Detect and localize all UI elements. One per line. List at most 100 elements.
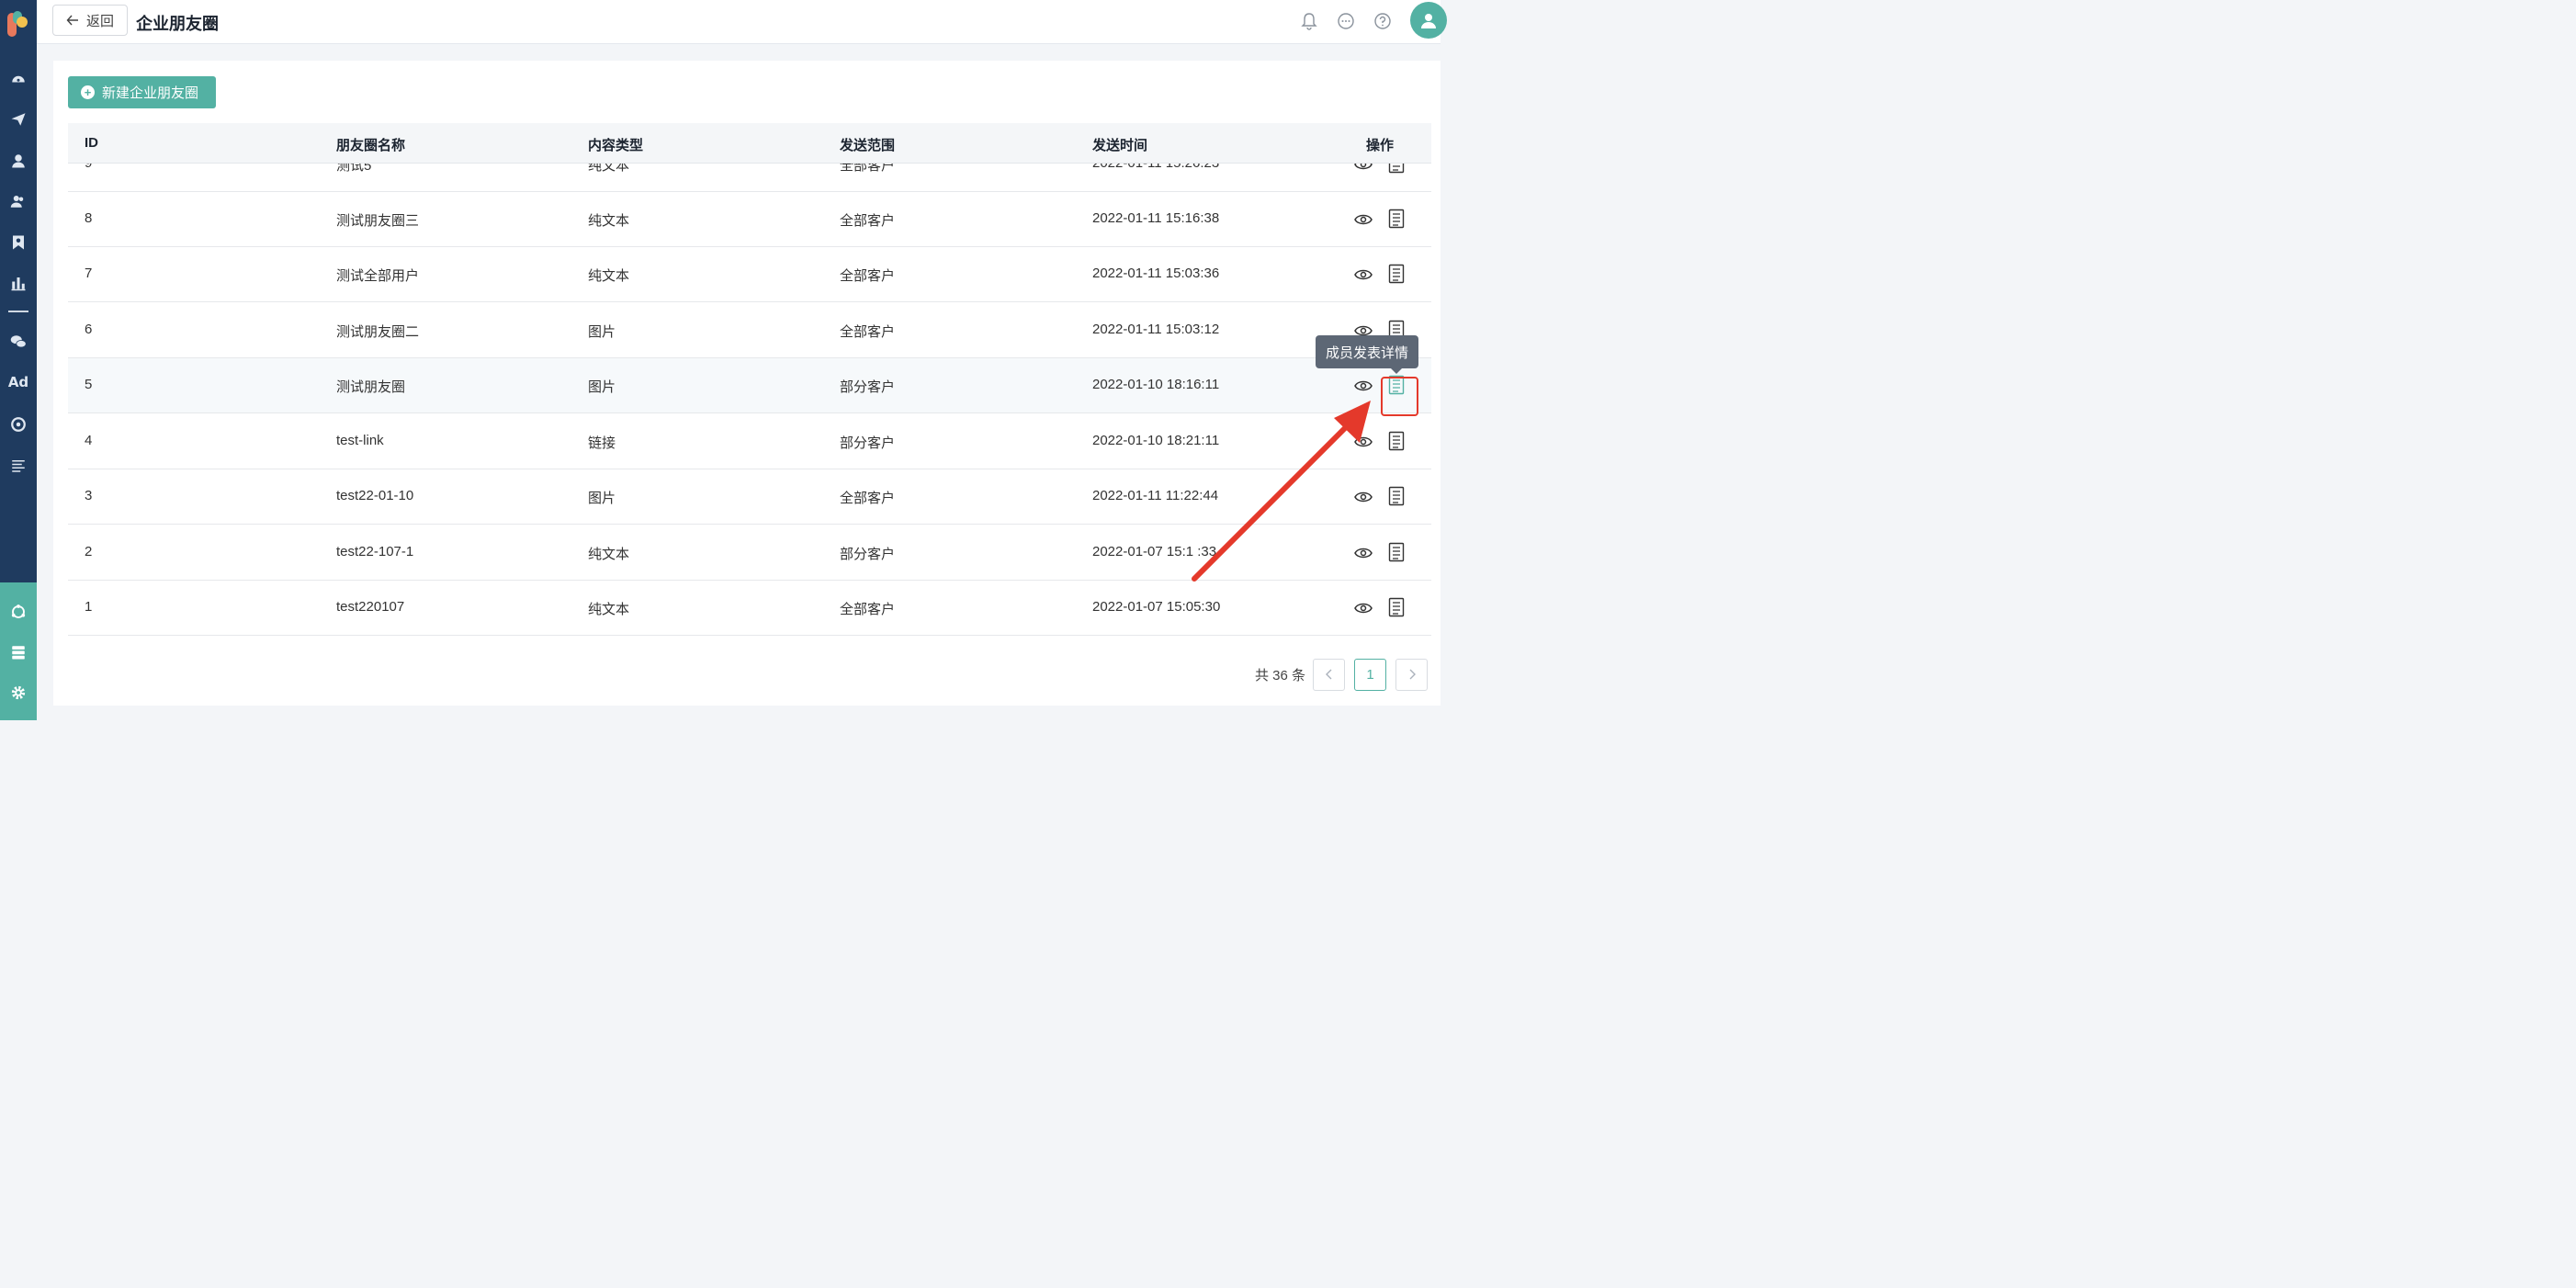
user-icon[interactable] (7, 150, 29, 172)
cell-time: 2022-01-07 15:1 :33 (1092, 544, 1217, 559)
cell-name: test22-107-1 (336, 544, 414, 559)
cell-time: 2022-01-11 15:26:23 (1092, 164, 1219, 171)
table-row: 8 测试朋友圈三 纯文本 全部客户 2022-01-11 15:16:38 (68, 192, 1431, 247)
table-header: ID 朋友圈名称 内容类型 发送范围 发送时间 操作 (68, 123, 1431, 164)
new-moments-button[interactable]: + 新建企业朋友圈 (68, 76, 216, 108)
cell-range: 全部客户 (840, 268, 896, 284)
avatar[interactable] (1410, 2, 1447, 39)
share-network-icon[interactable] (7, 601, 29, 623)
cell-id: 2 (85, 544, 93, 559)
view-eye-icon[interactable] (1354, 544, 1373, 562)
cell-range: 全部客户 (840, 491, 896, 506)
cell-type: 纯文本 (588, 602, 630, 617)
bookmark-icon[interactable] (7, 232, 29, 254)
app-logo[interactable] (6, 7, 29, 40)
view-eye-icon[interactable] (1354, 266, 1373, 284)
sidebar: Ad (0, 0, 37, 720)
send-icon[interactable] (7, 108, 29, 130)
bell-icon[interactable] (1300, 12, 1318, 30)
cell-range: 全部客户 (840, 324, 896, 340)
table-row: 7 测试全部用户 纯文本 全部客户 2022-01-11 15:03:36 (68, 247, 1431, 302)
cell-time: 2022-01-10 18:16:11 (1092, 377, 1220, 392)
dashboard-icon[interactable] (7, 67, 29, 89)
cell-type: 纯文本 (588, 268, 630, 284)
new-moments-button-label: 新建企业朋友圈 (102, 85, 199, 101)
view-eye-icon[interactable] (1354, 488, 1373, 506)
cell-id: 5 (85, 377, 93, 392)
table-row: 9 测试5 纯文本 全部客户 2022-01-11 15:26:23 (68, 164, 1431, 192)
member-details-icon[interactable] (1388, 264, 1405, 284)
member-details-tooltip: 成员发表详情 (1316, 335, 1418, 374)
member-details-icon[interactable] (1388, 209, 1405, 229)
member-details-icon[interactable] (1388, 542, 1405, 562)
cell-name: 测试5 (336, 164, 372, 174)
cell-id: 9 (85, 164, 92, 171)
view-eye-icon[interactable] (1354, 377, 1373, 395)
bar-chart-icon[interactable] (7, 272, 29, 294)
cell-time: 2022-01-11 11:22:44 (1092, 488, 1219, 503)
cell-time: 2022-01-07 15:05:30 (1092, 599, 1221, 615)
users-icon[interactable] (7, 190, 29, 212)
content-card: + 新建企业朋友圈 ID 朋友圈名称 内容类型 发送范围 发送时间 操作 9 测… (53, 61, 1441, 706)
page-number-button[interactable]: 1 (1354, 658, 1387, 691)
cell-type: 图片 (588, 324, 616, 340)
member-details-icon[interactable] (1388, 431, 1405, 451)
cell-type: 纯文本 (588, 164, 630, 174)
next-page-button[interactable] (1395, 658, 1429, 691)
table-row: 3 test22-01-10 图片 全部客户 2022-01-11 11:22:… (68, 469, 1431, 525)
page-title: 企业朋友圈 (136, 15, 219, 33)
cell-name: 测试全部用户 (336, 268, 420, 284)
cell-range: 全部客户 (840, 213, 896, 229)
cell-name: test220107 (336, 599, 405, 615)
back-button[interactable]: 返回 (52, 5, 128, 36)
wechat-icon[interactable] (7, 331, 29, 353)
chevron-right-icon (1409, 669, 1416, 680)
cell-type: 图片 (588, 379, 616, 395)
user-avatar-icon (1421, 14, 1436, 28)
message-icon[interactable] (1337, 12, 1355, 30)
total-count: 共 36 条 (1255, 667, 1306, 684)
view-eye-icon[interactable] (1354, 210, 1373, 229)
column-header-actions: 操作 (1366, 138, 1395, 153)
view-eye-icon[interactable] (1354, 164, 1373, 174)
ad-icon[interactable]: Ad (6, 374, 31, 392)
back-button-label: 返回 (85, 13, 114, 29)
cell-name: test-link (336, 433, 384, 448)
top-header: 返回 企业朋友圈 (37, 0, 1447, 44)
cell-time: 2022-01-11 15:16:38 (1092, 210, 1220, 226)
cell-time: 2022-01-11 15:03:36 (1092, 266, 1220, 281)
cell-id: 4 (85, 433, 93, 448)
column-header-id: ID (85, 135, 98, 151)
cell-type: 纯文本 (588, 213, 630, 229)
cell-name: 测试朋友圈二 (336, 324, 420, 340)
target-icon[interactable] (7, 413, 29, 435)
prev-page-button[interactable] (1313, 658, 1346, 691)
column-header-type: 内容类型 (588, 138, 644, 153)
table-row: 6 测试朋友圈二 图片 全部客户 2022-01-11 15:03:12 (68, 303, 1431, 358)
view-eye-icon[interactable] (1354, 599, 1373, 617)
cell-id: 6 (85, 322, 93, 337)
table-row: 2 test22-107-1 纯文本 部分客户 2022-01-07 15:1 … (68, 525, 1431, 581)
list-icon[interactable] (7, 455, 29, 477)
member-details-icon[interactable] (1388, 597, 1405, 617)
cell-time: 2022-01-10 18:21:11 (1092, 433, 1220, 448)
annotation-highlight-box (1381, 377, 1418, 416)
cell-name: 测试朋友圈 (336, 379, 406, 395)
gear-icon[interactable] (7, 682, 29, 704)
table-row: 4 test-link 链接 部分客户 2022-01-10 18:21:11 (68, 414, 1431, 469)
cell-type: 图片 (588, 491, 616, 506)
member-details-icon[interactable] (1388, 486, 1405, 506)
table-row: 1 test220107 纯文本 全部客户 2022-01-07 15:05:3… (68, 581, 1431, 636)
view-eye-icon[interactable] (1354, 433, 1373, 451)
server-icon[interactable] (7, 641, 29, 663)
cell-id: 7 (85, 266, 93, 281)
pagination: 共 36 条 1 (1255, 658, 1429, 691)
plus-circle-icon: + (81, 85, 95, 99)
cell-range: 部分客户 (840, 435, 896, 451)
cell-range: 全部客户 (840, 164, 896, 174)
cell-id: 3 (85, 488, 93, 503)
cell-name: 测试朋友圈三 (336, 213, 420, 229)
help-icon[interactable] (1373, 12, 1392, 30)
sidebar-bottom-panel (0, 582, 37, 720)
member-details-icon[interactable] (1388, 164, 1405, 174)
